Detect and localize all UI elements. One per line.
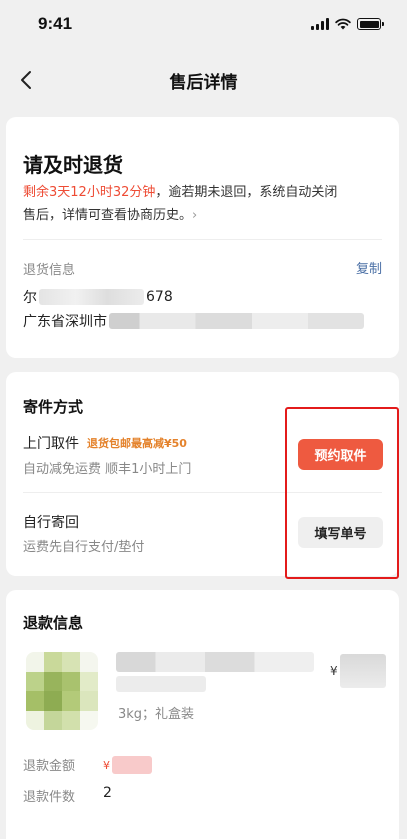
refund-amount-value: ¥: [103, 756, 152, 774]
refund-count-value: 2: [103, 785, 112, 801]
return-title: 请及时退货: [23, 153, 123, 177]
redacted-price: [339, 654, 386, 688]
status-bar: 9:41: [0, 0, 407, 48]
return-desc-line1: ，逾若期未退回，系统自动关闭: [155, 185, 338, 200]
pickup-promo-tag: 退货包邮最高减¥50: [87, 437, 187, 450]
chevron-right-icon: ›: [192, 208, 198, 223]
countdown-text: 剩余3天12小时32分钟: [23, 185, 156, 200]
nav-bar: 售后详情: [0, 56, 407, 104]
refund-amount-label: 退款金额: [23, 759, 76, 774]
schedule-pickup-button[interactable]: 预约取件: [298, 439, 383, 470]
page-title: 售后详情: [169, 72, 238, 93]
return-card: 请及时退货 剩余3天12小时32分钟，逾若期未退回，系统自动关闭 售后，详情可查…: [6, 117, 399, 358]
self-ship-title: 自行寄回: [23, 515, 79, 531]
redacted-amount: [112, 756, 152, 774]
product-price: ¥: [330, 654, 386, 688]
status-icons: [311, 18, 384, 30]
refund-count-label: 退款件数: [23, 790, 76, 805]
enter-tracking-number-button[interactable]: 填写单号: [298, 517, 383, 548]
currency-symbol: ¥: [330, 664, 338, 678]
refund-info-card: 退款信息 ¥ 3kg；礼盒装 退款金额 ¥ 退款件数 2: [6, 590, 399, 839]
shipping-method-card: 寄件方式 上门取件 退货包邮最高减¥50 自动减免运费 顺丰1小时上门 预约取件…: [6, 372, 399, 576]
back-button[interactable]: [10, 64, 42, 96]
battery-icon: [357, 18, 384, 30]
cellular-signal-icon: [311, 18, 329, 30]
self-ship-subtitle: 运费先自行支付/垫付: [23, 540, 145, 555]
recipient-name: 尔 678: [23, 287, 173, 307]
return-description[interactable]: 剩余3天12小时32分钟，逾若期未退回，系统自动关闭 售后，详情可查看协商历史。…: [23, 181, 383, 227]
copy-button[interactable]: 复制: [356, 258, 382, 277]
refund-title: 退款信息: [23, 614, 84, 632]
pickup-subtitle: 自动减免运费 顺丰1小时上门: [23, 462, 192, 477]
wifi-icon: [335, 18, 351, 30]
recipient-name-start: 尔: [23, 290, 37, 306]
chevron-left-icon: [21, 71, 31, 89]
redacted-product-name: [116, 652, 314, 672]
return-desc-line2: 售后，详情可查看协商历史。: [23, 208, 193, 223]
shipping-option-pickup: 上门取件 退货包邮最高减¥50: [23, 433, 187, 453]
recipient-address-start: 广东省深圳市: [23, 314, 107, 330]
shipping-title: 寄件方式: [23, 398, 84, 416]
divider: [23, 492, 382, 493]
currency-symbol: ¥: [103, 758, 110, 772]
redacted-product-name: [116, 676, 206, 692]
recipient-address: 广东省深圳市: [23, 311, 364, 331]
pickup-title: 上门取件: [23, 436, 79, 452]
product-spec: 3kg；礼盒装: [118, 707, 195, 722]
divider: [23, 239, 382, 240]
recipient-name-end: 678: [146, 289, 173, 305]
redacted-text: [39, 289, 144, 305]
status-time: 9:41: [38, 14, 73, 33]
redacted-text: [109, 313, 364, 329]
product-thumbnail[interactable]: [26, 652, 98, 730]
return-address-label: 退货信息: [23, 263, 76, 278]
